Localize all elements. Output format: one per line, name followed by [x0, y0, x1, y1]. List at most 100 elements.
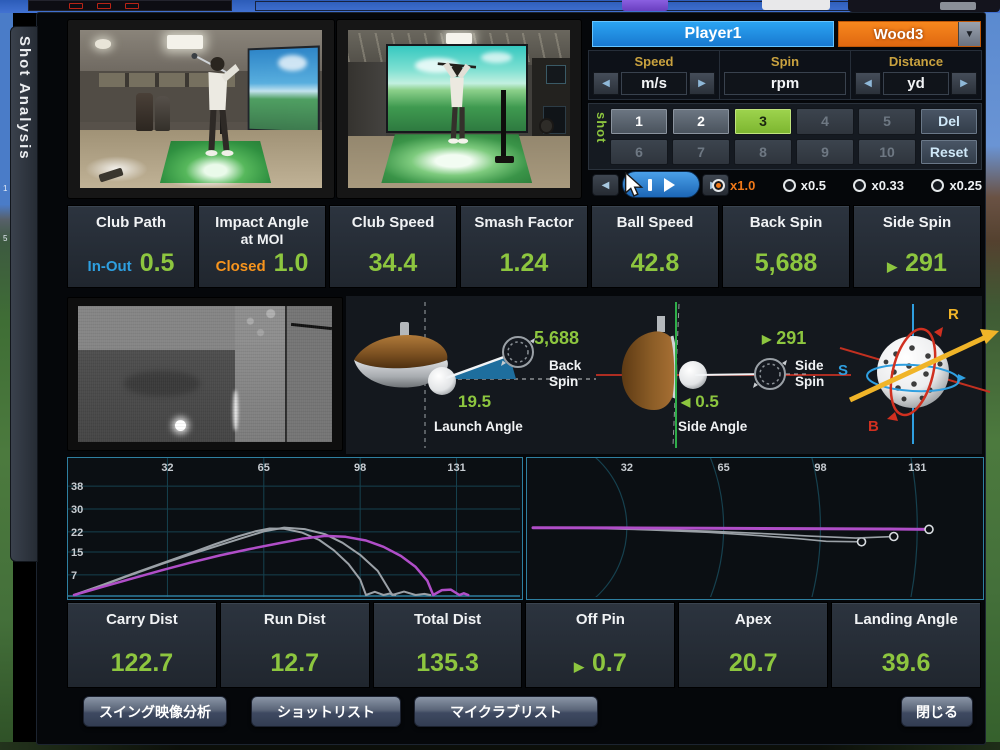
metric-impact-angle: Impact Angleat MOI Closed1.0	[198, 205, 326, 288]
shot-analysis-tab[interactable]: Shot Analysis	[10, 26, 38, 562]
shot-list-button[interactable]: ショットリスト	[251, 696, 401, 727]
side-spin-gauge	[753, 359, 787, 389]
trajectory-top-chart: 32 65 98 131	[527, 458, 981, 597]
golfer-figure	[182, 52, 245, 172]
svg-text:131: 131	[447, 462, 465, 474]
my-club-list-button[interactable]: マイクラブリスト	[414, 696, 598, 727]
metrics-top-row: Club Path In-Out0.5 Impact Angleat MOI C…	[67, 205, 981, 288]
trajectory-top-chart-panel: 32 65 98 131	[526, 457, 984, 600]
trajectory-side-chart-panel: 326598131383022157	[67, 457, 523, 600]
metric-carry-dist: Carry Dist 122.7	[67, 602, 217, 688]
background-dark-corner	[848, 0, 1000, 12]
trajectory-side-chart: 326598131383022157	[68, 458, 520, 597]
svg-text:65: 65	[718, 462, 730, 474]
side-spin-label: SideSpin	[795, 358, 824, 390]
shot-button-8[interactable]: 8	[734, 139, 792, 166]
golfer-figure	[428, 55, 486, 159]
radio-icon	[931, 179, 944, 192]
unit-speed-value[interactable]: m/s	[621, 72, 687, 95]
step-back-button[interactable]: ◀	[592, 174, 619, 196]
player-select[interactable]: Player1	[592, 21, 834, 47]
radio-icon	[712, 179, 725, 192]
unit-distance: Distance ◀ yd ▶	[851, 51, 981, 99]
shot-button-2[interactable]: 2	[672, 108, 730, 135]
background-scoreboard	[28, 0, 232, 11]
metric-ball-speed: Ball Speed 42.8	[591, 205, 719, 288]
pause-icon	[648, 179, 652, 191]
shot-button-10[interactable]: 10	[858, 139, 916, 166]
speed-radio-x033[interactable]: x0.33	[853, 175, 904, 195]
svg-text:7: 7	[71, 570, 77, 582]
metric-total-dist: Total Dist 135.3	[373, 602, 523, 688]
back-spin-gauge	[501, 337, 535, 367]
launch-angle-label: Launch Angle	[434, 419, 523, 435]
axis-label-r: R	[948, 306, 959, 323]
swing-video-analysis-button[interactable]: スイング映像分析	[83, 696, 227, 727]
close-button[interactable]: 閉じる	[901, 696, 973, 727]
arrow-left-icon[interactable]: ◀	[855, 72, 881, 95]
side-angle-label: Side Angle	[678, 419, 747, 435]
delete-shot-button[interactable]: Del	[920, 108, 978, 135]
shot-grid: 1 2 3 4 5 Del 6 7 8 9 10 Reset	[610, 108, 978, 165]
unit-selectors: Speed ◀ m/s ▶ Spin rpm Distance ◀ yd ▶	[588, 50, 982, 100]
ruler-mark: 5	[3, 235, 7, 243]
arrow-right-icon[interactable]: ▶	[951, 72, 977, 95]
unit-speed: Speed ◀ m/s ▶	[589, 51, 720, 99]
speed-radio-x025[interactable]: x0.25	[931, 175, 982, 195]
svg-text:15: 15	[71, 547, 83, 559]
launch-angle-value: 19.5	[458, 392, 491, 412]
camera-view-side[interactable]	[80, 30, 322, 188]
svg-text:131: 131	[908, 462, 926, 474]
metric-off-pin: Off Pin ▶0.7	[525, 602, 675, 688]
metric-club-path: Club Path In-Out0.5	[67, 205, 195, 288]
camera-view-rear[interactable]	[348, 30, 570, 188]
unit-spin-value[interactable]: rpm	[724, 72, 846, 95]
shot-button-9[interactable]: 9	[796, 139, 854, 166]
impact-camera-view[interactable]	[78, 306, 332, 442]
back-spin-value: 5,688	[534, 328, 579, 349]
shot-button-3[interactable]: 3	[734, 108, 792, 135]
speed-radio-x1[interactable]: x1.0	[712, 175, 755, 195]
unit-distance-value[interactable]: yd	[883, 72, 949, 95]
unit-spin-label: Spin	[720, 54, 850, 69]
axis-label-b: B	[868, 418, 879, 435]
radio-icon	[783, 179, 796, 192]
metric-smash-factor: Smash Factor 1.24	[460, 205, 588, 288]
svg-text:98: 98	[354, 462, 366, 474]
arrow-left-icon[interactable]: ◀	[593, 72, 619, 95]
shot-selector-label: shot	[594, 112, 609, 143]
metric-club-speed: Club Speed 34.4	[329, 205, 457, 288]
svg-text:32: 32	[621, 462, 633, 474]
side-spin-value: ▶291	[762, 328, 806, 349]
arrow-right-icon[interactable]: ▶	[689, 72, 715, 95]
background-purple-chip	[622, 0, 668, 11]
svg-text:32: 32	[161, 462, 173, 474]
svg-text:22: 22	[71, 527, 83, 539]
side-angle-value: ◀0.5	[681, 392, 719, 412]
metric-side-spin: Side Spin ▶291	[853, 205, 981, 288]
unit-speed-label: Speed	[589, 54, 719, 69]
shot-button-1[interactable]: 1	[610, 108, 668, 135]
chevron-down-icon[interactable]: ▼	[958, 22, 980, 46]
reset-shots-button[interactable]: Reset	[920, 139, 978, 166]
shot-button-4[interactable]: 4	[796, 108, 854, 135]
metric-apex: Apex 20.7	[678, 602, 828, 688]
svg-text:65: 65	[258, 462, 270, 474]
tab-title: Shot Analysis	[11, 27, 33, 161]
mouse-cursor	[624, 172, 646, 197]
svg-text:30: 30	[71, 504, 83, 516]
shot-button-6[interactable]: 6	[610, 139, 668, 166]
background-white-chip	[762, 0, 830, 10]
unit-spin: Spin rpm	[720, 51, 851, 99]
radio-icon	[853, 179, 866, 192]
club-select[interactable]: Wood3 ▼	[838, 21, 981, 47]
metrics-bottom-row: Carry Dist 122.7 Run Dist 12.7 Total Dis…	[67, 602, 981, 688]
club-name: Wood3	[839, 26, 958, 43]
svg-text:98: 98	[814, 462, 826, 474]
ruler-mark: 1	[3, 185, 7, 193]
back-spin-label: BackSpin	[549, 358, 581, 390]
speed-radio-x05[interactable]: x0.5	[783, 175, 826, 195]
shot-button-7[interactable]: 7	[672, 139, 730, 166]
metric-run-dist: Run Dist 12.7	[220, 602, 370, 688]
shot-button-5[interactable]: 5	[858, 108, 916, 135]
